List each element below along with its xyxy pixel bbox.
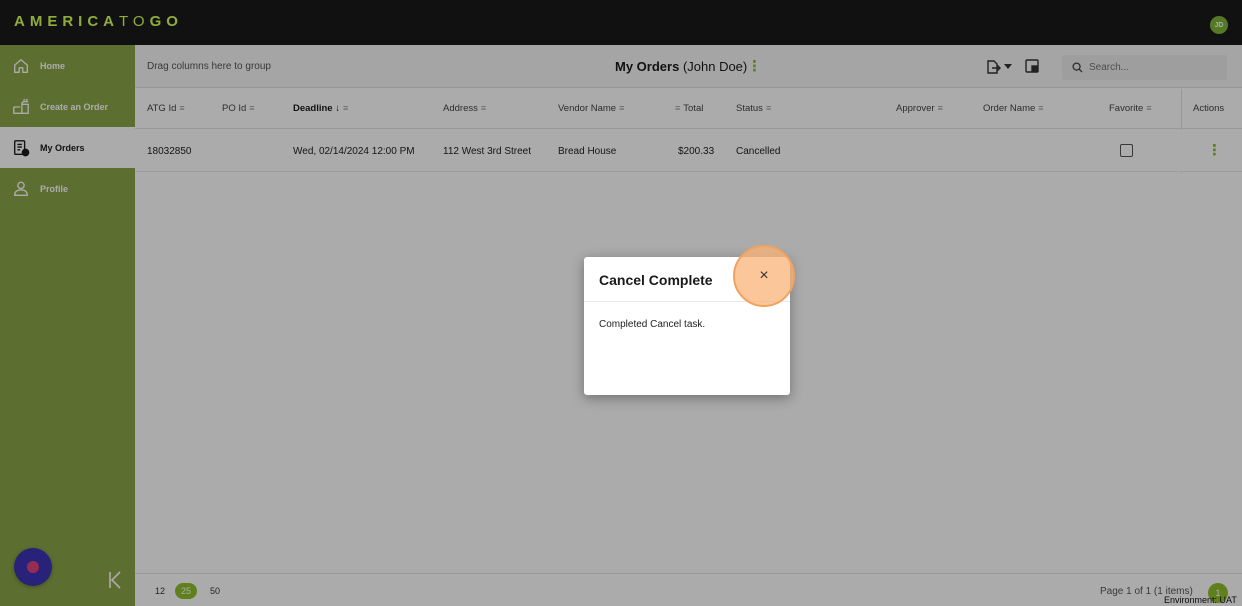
close-icon[interactable]: × (753, 265, 775, 287)
dialog-message: Completed Cancel task. (599, 319, 706, 330)
dialog-title: Cancel Complete (599, 272, 713, 288)
